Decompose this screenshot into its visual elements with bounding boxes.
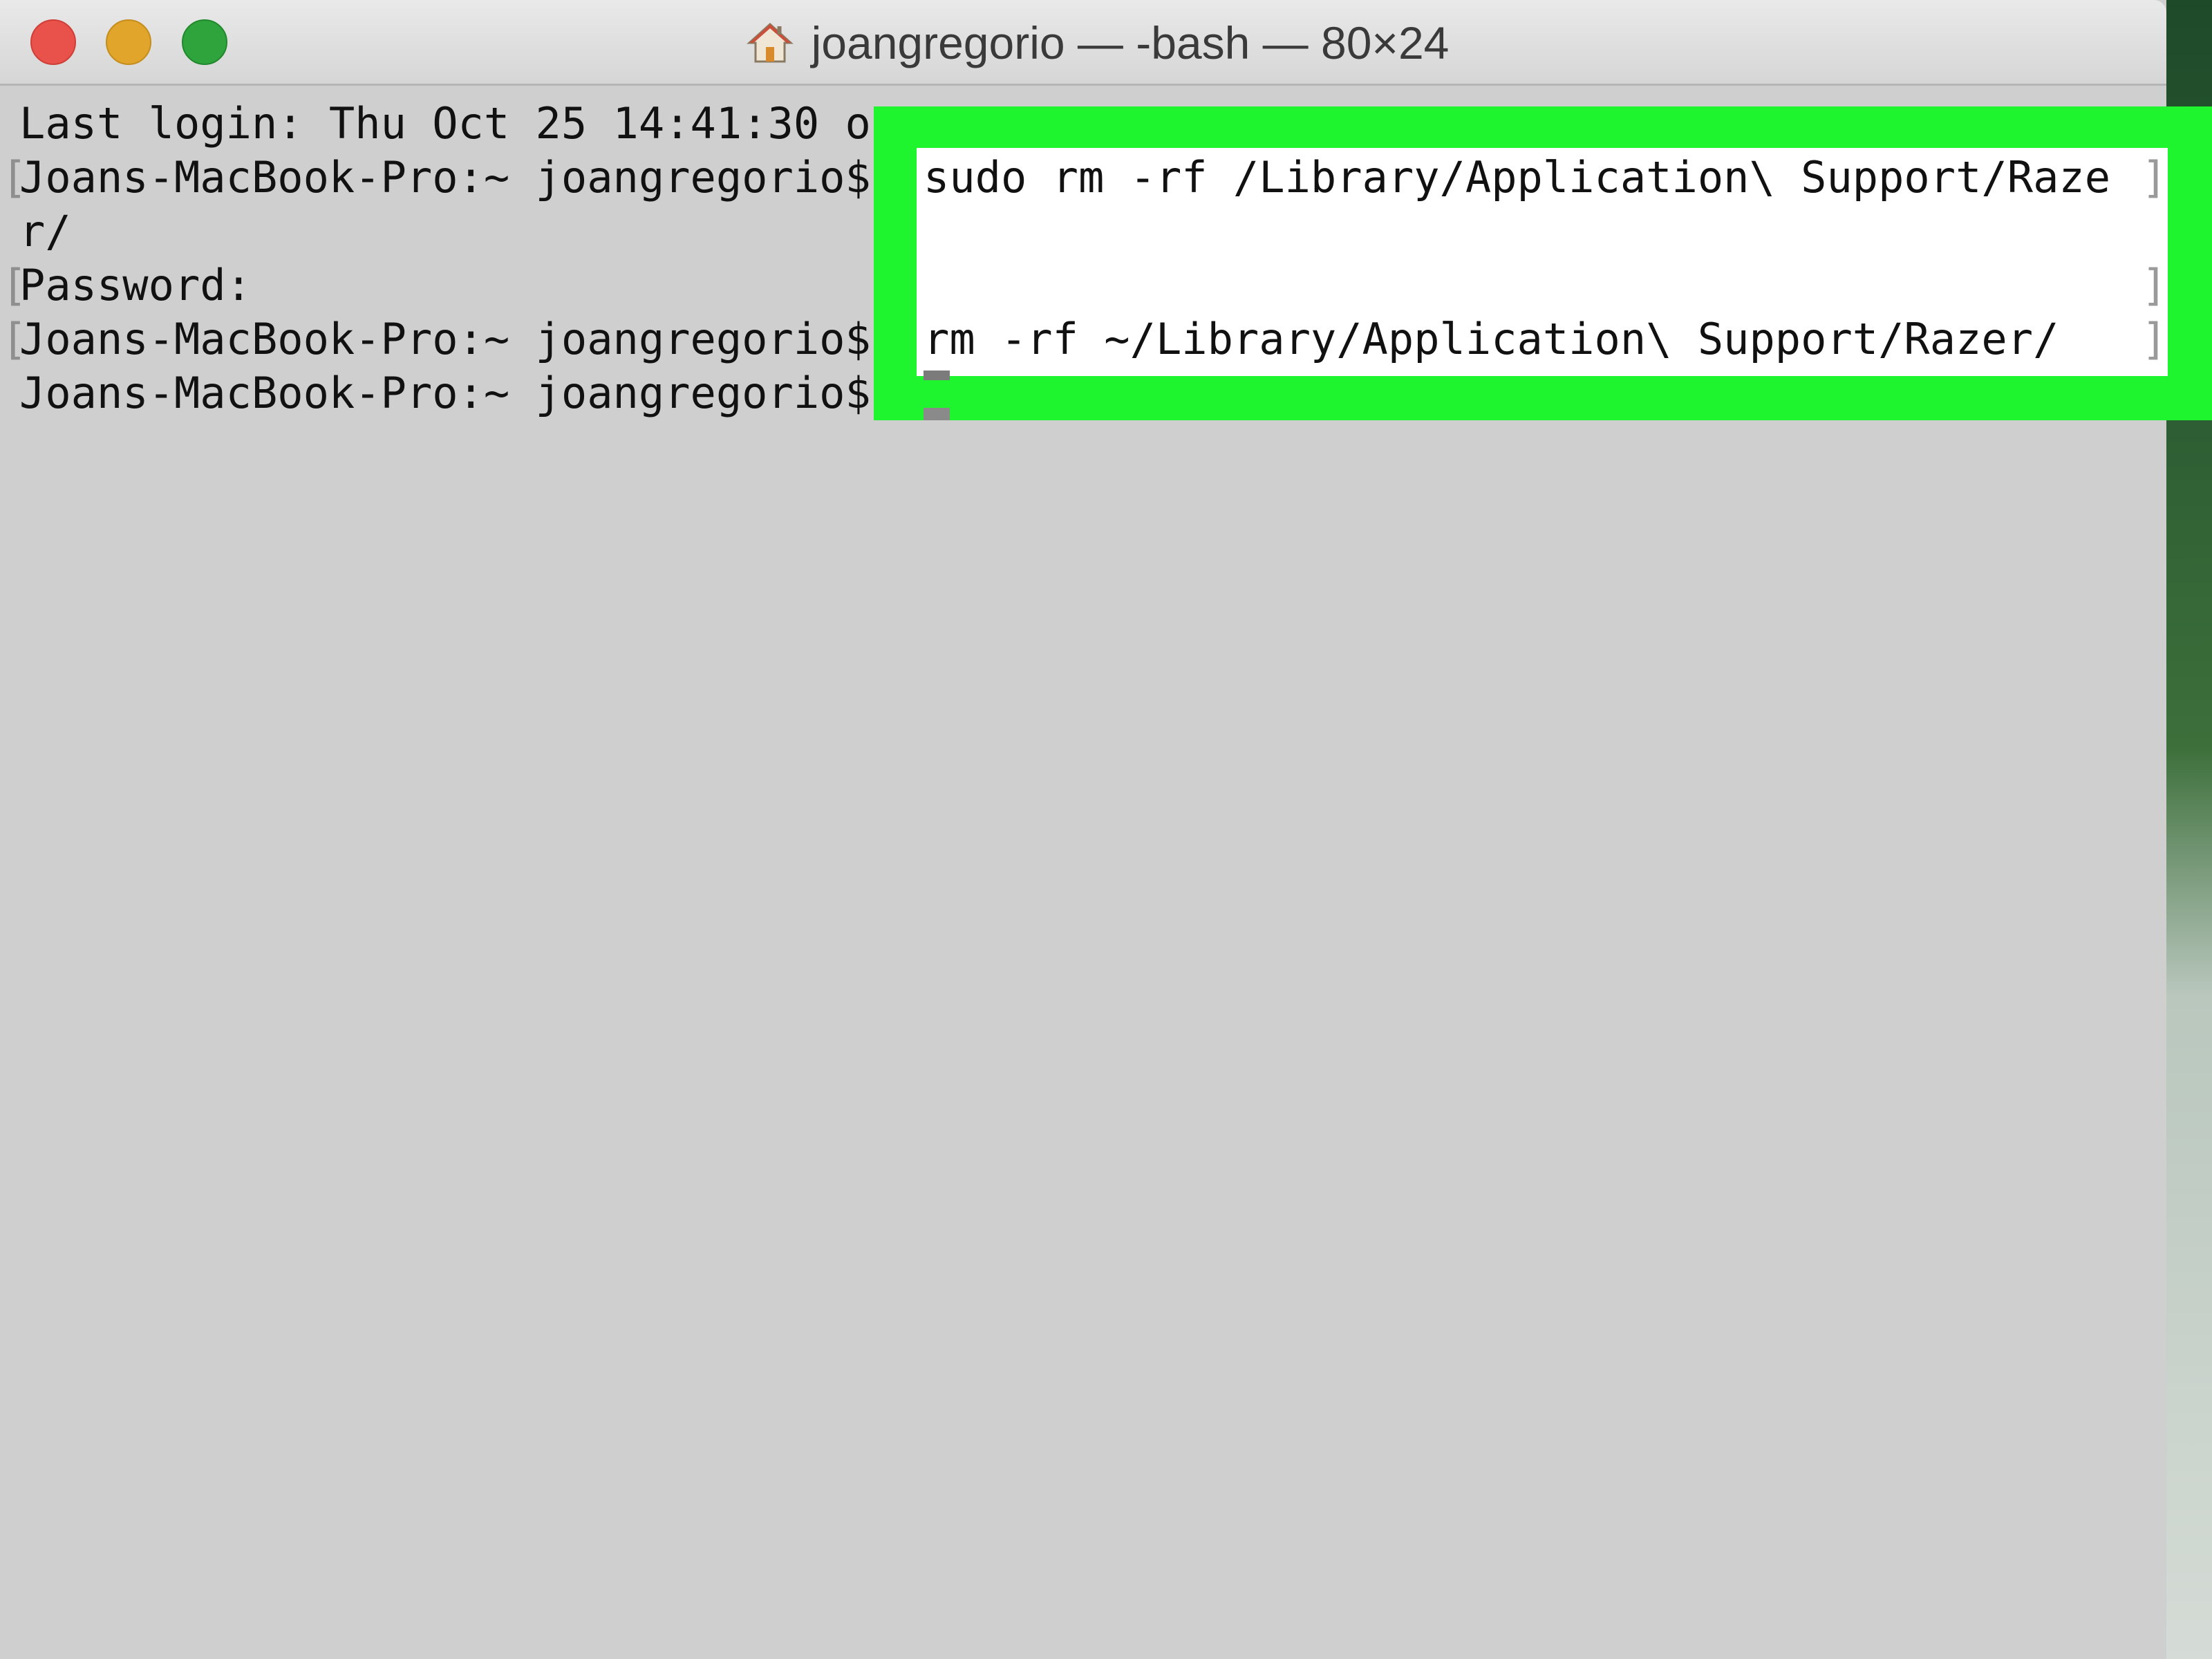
window-title: joangregorio — -bash — 80×24 <box>811 17 1450 68</box>
terminal-line-password: Password: <box>19 260 252 310</box>
home-icon <box>746 22 794 63</box>
terminal-line-prompt-2: Joans-MacBook-Pro:~ joangregorio$ <box>19 314 871 364</box>
sudo-command: sudo rm -rf /Library/Application\ Suppor… <box>924 152 2111 203</box>
mark-bracket: ] <box>2141 152 2168 203</box>
terminal-line-last-login: Last login: Thu Oct 25 14:41:30 o <box>19 98 871 149</box>
mark-bracket: [ <box>1 260 28 310</box>
mark-bracket: ] <box>2141 314 2168 364</box>
text-cursor <box>924 371 950 380</box>
mark-bracket: [ <box>1 314 28 364</box>
terminal-line-wrap: r/ <box>19 206 71 256</box>
title-bar[interactable]: joangregorio — -bash — 80×24 <box>0 0 2166 86</box>
window-title-group: joangregorio — -bash — 80×24 <box>0 0 2166 86</box>
terminal-line-prompt-3: Joans-MacBook-Pro:~ joangregorio$ <box>19 368 871 418</box>
rm-command: rm -rf ~/Library/Application\ Support/Ra… <box>924 314 2059 364</box>
mark-bracket: [ <box>1 152 28 203</box>
screen: joangregorio — -bash — 80×24 Last login:… <box>0 0 2212 1659</box>
text-cursor <box>924 408 950 420</box>
mark-bracket: ] <box>2141 260 2168 310</box>
terminal-line-prompt-1: Joans-MacBook-Pro:~ joangregorio$ <box>19 152 871 203</box>
